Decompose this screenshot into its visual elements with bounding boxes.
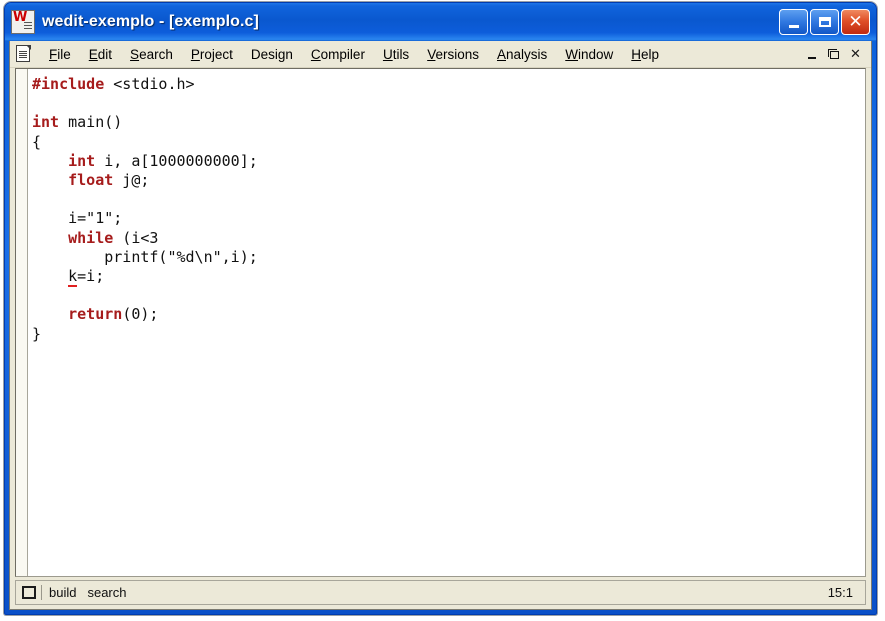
menu-item-label: Project	[190, 46, 233, 62]
mdi-window-controls: ✕	[802, 45, 871, 63]
cursor-position: 15:1	[827, 585, 853, 600]
menu-item-versions[interactable]: Versions	[418, 43, 488, 66]
mdi-restore-button[interactable]	[824, 45, 843, 63]
mdi-close-button[interactable]: ✕	[846, 45, 865, 63]
source-code[interactable]: #include <stdio.h> int main() { int i, a…	[32, 75, 865, 344]
status-pane-search[interactable]: search	[87, 585, 126, 600]
mdi-minimize-button[interactable]	[802, 45, 821, 63]
code-keyword: int	[68, 151, 96, 170]
code-keyword: float	[68, 171, 114, 190]
status-pane-build[interactable]: build	[49, 585, 76, 600]
minimize-button[interactable]	[779, 9, 808, 35]
menu-item-label: Versions	[427, 46, 479, 62]
menu-item-edit[interactable]: Edit	[80, 43, 121, 66]
menu-item-label: Help	[631, 46, 660, 62]
menu-items: File Edit Search Project Design Compiler Utils…	[40, 43, 668, 66]
menu-item-analysis[interactable]: Analysis	[488, 43, 556, 66]
menu-bar: File Edit Search Project Design Compiler Utils…	[10, 41, 871, 68]
menu-item-project[interactable]: Project	[182, 43, 242, 66]
menu-item-label: Window	[565, 46, 614, 62]
close-icon: ✕	[848, 11, 863, 32]
status-separator	[41, 585, 42, 600]
menu-item-compiler[interactable]: Compiler	[302, 43, 374, 66]
menu-item-label: Analysis	[496, 46, 548, 62]
maximize-icon	[818, 17, 831, 27]
code-keyword: #include	[32, 75, 105, 93]
menu-item-search[interactable]: Search	[121, 43, 182, 66]
menu-item-label: Compiler	[310, 46, 365, 62]
code-keyword: while	[68, 228, 114, 247]
mdi-minimize-icon	[807, 56, 816, 59]
output-pane-icon[interactable]	[22, 586, 36, 599]
menu-item-design[interactable]: Design	[242, 43, 302, 66]
client-area: File Edit Search Project Design Compiler Utils…	[9, 41, 872, 610]
title-bar: W wedit-exemplo - [exemplo.c] ✕	[5, 3, 876, 41]
editor-gutter	[16, 69, 28, 576]
code-keyword: int	[32, 113, 60, 132]
application-window: W wedit-exemplo - [exemplo.c] ✕ File Edi…	[4, 2, 877, 615]
window-title: wedit-exemplo - [exemplo.c]	[42, 13, 259, 30]
menu-item-label: Utils	[382, 46, 410, 62]
mdi-restore-icon	[828, 49, 839, 59]
menu-item-help[interactable]: Help	[622, 43, 668, 66]
document-icon[interactable]	[16, 45, 32, 63]
menu-item-label: File	[49, 46, 71, 62]
document-icon-fold	[26, 45, 31, 50]
menu-item-window[interactable]: Window	[556, 43, 622, 66]
code-text-area[interactable]: #include <stdio.h> int main() { int i, a…	[28, 69, 865, 576]
close-button[interactable]: ✕	[841, 9, 870, 35]
wedit-w-icon[interactable]: W	[11, 10, 35, 34]
mdi-close-icon: ✕	[850, 46, 861, 62]
maximize-button[interactable]	[810, 9, 839, 35]
menu-item-file[interactable]: File	[40, 43, 80, 66]
window-controls: ✕	[779, 9, 870, 35]
code-error-token: k	[68, 267, 78, 288]
menu-item-label: Design	[250, 46, 293, 62]
code-keyword: return	[68, 305, 123, 324]
editor-pane[interactable]: #include <stdio.h> int main() { int i, a…	[15, 68, 866, 577]
menu-item-utils[interactable]: Utils	[374, 43, 418, 66]
app-icon-lines	[24, 22, 32, 31]
menu-item-label: Edit	[88, 46, 113, 62]
document-icon-hatch	[19, 51, 27, 59]
menu-item-label: Search	[130, 46, 173, 62]
minimize-icon	[788, 24, 799, 28]
status-bar: build search 15:1	[15, 580, 866, 605]
